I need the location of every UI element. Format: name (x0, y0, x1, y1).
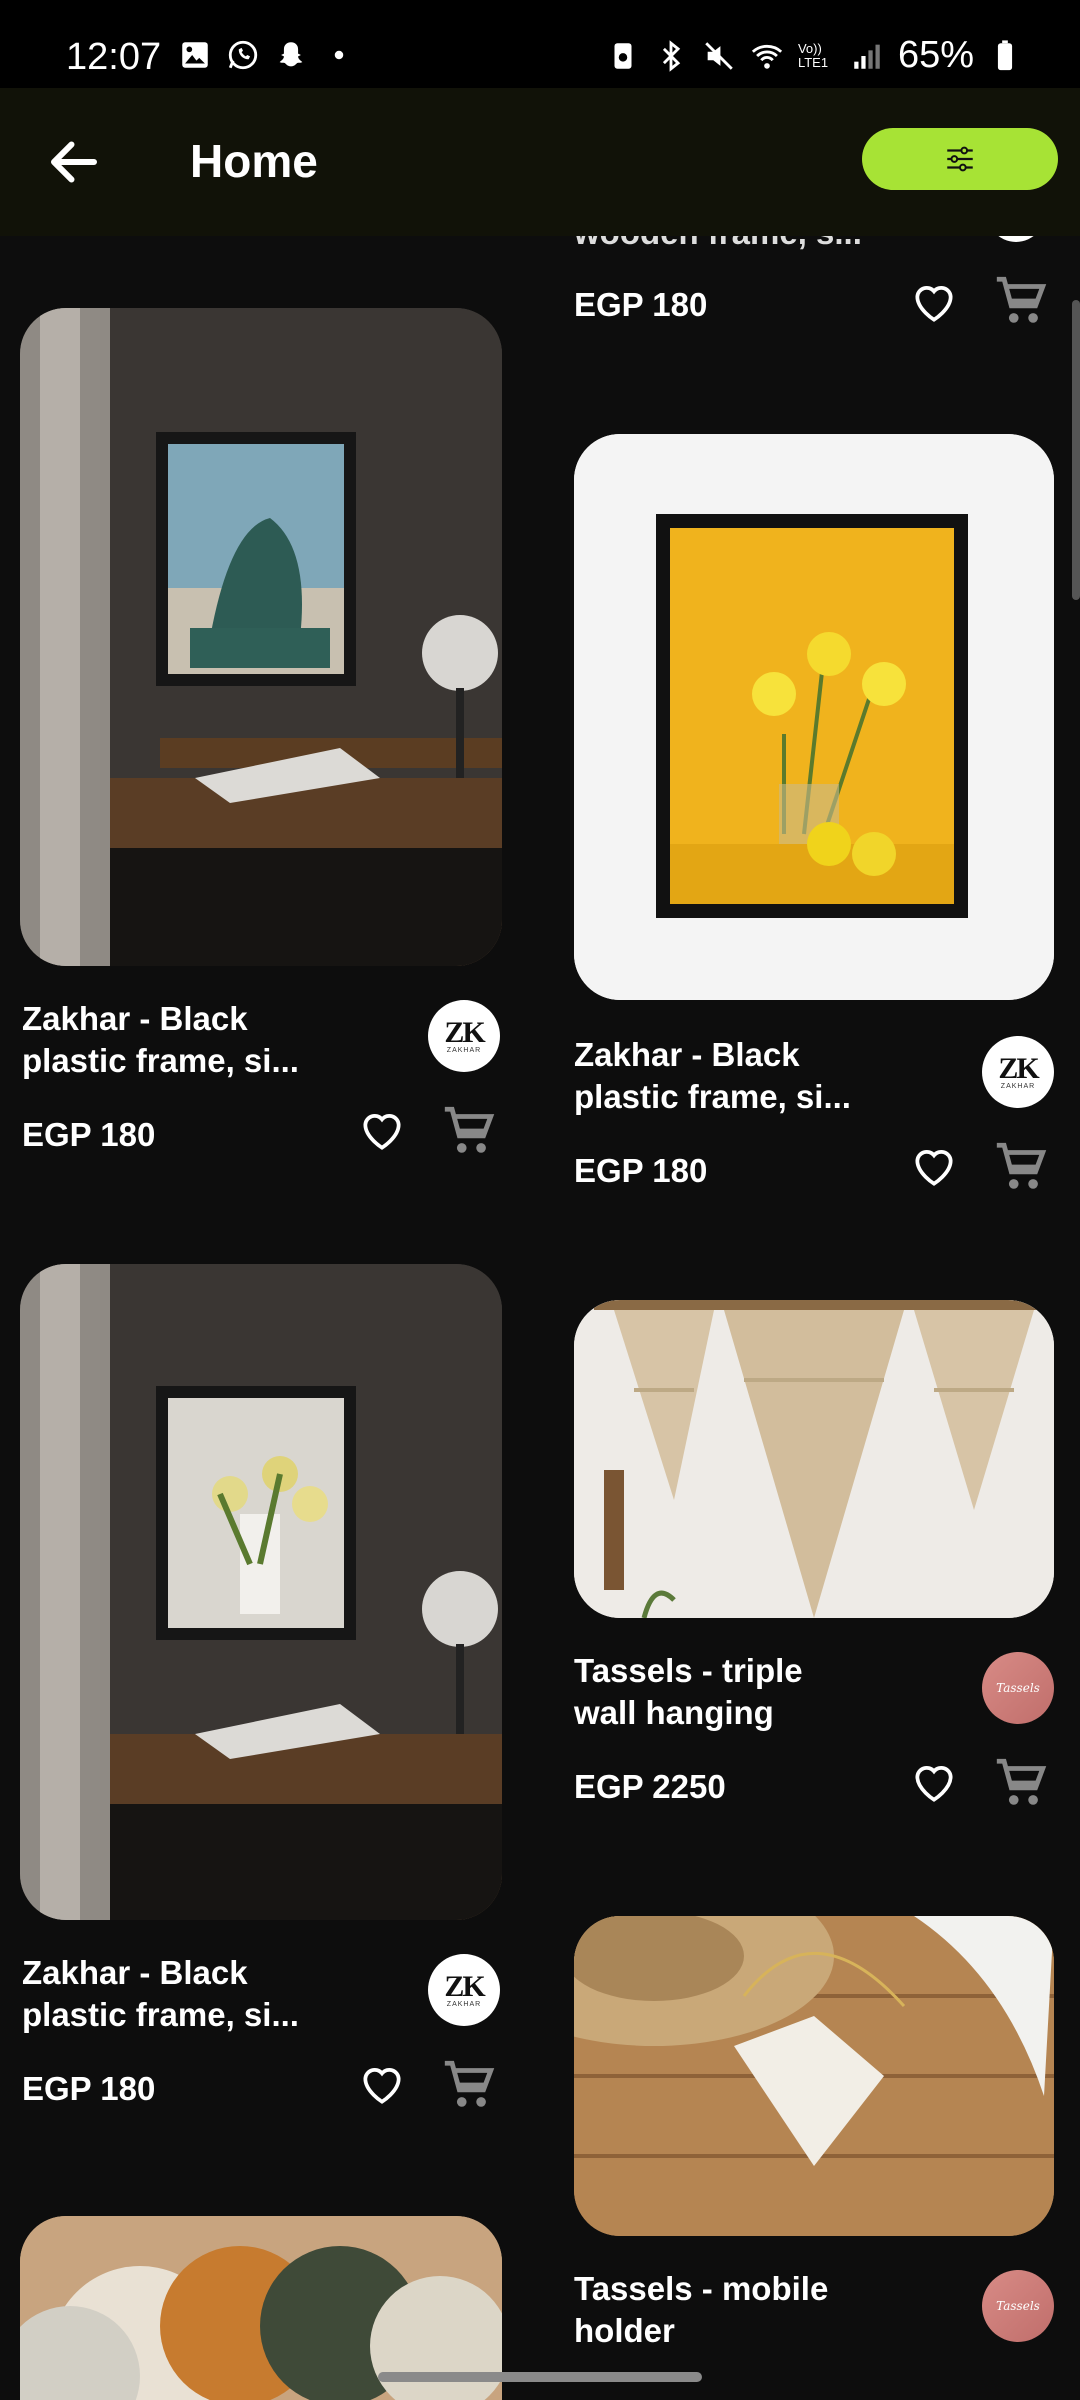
heart-icon[interactable] (906, 1142, 962, 1192)
product-title-line1: Tassels - triple (574, 1652, 803, 1689)
product-image[interactable] (20, 1264, 502, 1920)
system-icons: Vo)) LTE1 65% (606, 34, 1022, 77)
status-bar: 12:07 Vo)) LTE1 65% (0, 0, 1080, 88)
scrollbar[interactable] (1072, 300, 1080, 600)
battery-icon (997, 39, 1013, 70)
brand-logo-letters: ZK (998, 1051, 1039, 1085)
product-price: EGP 180 (22, 1116, 156, 1153)
brand-logo[interactable]: ZK ZAKHAR (982, 1036, 1054, 1108)
product-title-line1: Tassels - mobile (574, 2270, 829, 2307)
cart-icon[interactable] (438, 1102, 500, 1160)
signal-icon (854, 44, 880, 69)
macrame-wall-hanging-image (574, 1300, 1054, 1618)
heart-icon[interactable] (906, 1758, 962, 1808)
brand-logo-script: Tassels (996, 2299, 1040, 2313)
product-price: EGP 180 (574, 1152, 708, 1189)
back-arrow-icon[interactable] (44, 132, 104, 192)
brand-logo[interactable]: ZK ZAKHAR (428, 1954, 500, 2026)
cart-icon[interactable] (438, 2056, 500, 2114)
battery-percent: 65% (897, 34, 974, 76)
wifi-icon (751, 44, 783, 69)
whatsapp-icon (228, 40, 258, 70)
page-title: Home (190, 135, 318, 187)
brand-logo-script: Tassels (996, 1681, 1040, 1695)
product-title-line1: Zakhar - Black (574, 1036, 800, 1073)
sliders-icon (947, 146, 973, 172)
product-title-line1: Zakhar - Black (22, 1000, 248, 1037)
product-price: EGP 180 (574, 286, 708, 323)
product-title-line2: plastic frame, si... (22, 1042, 299, 1079)
gallery-icon (182, 42, 208, 68)
product-image[interactable] (574, 434, 1054, 1000)
product-title-line1: Zakhar - Black (22, 1954, 248, 1991)
snapchat-icon (279, 42, 303, 67)
room-with-frame-image (20, 308, 502, 966)
room-with-tulip-frame-image (20, 1264, 502, 1920)
more-dot-icon (334, 50, 344, 60)
product-image[interactable] (574, 1300, 1054, 1618)
brand-logo[interactable]: Tassels (982, 1652, 1054, 1724)
brand-logo-sub: ZAKHAR (1000, 1082, 1036, 1090)
product-image[interactable] (20, 308, 502, 966)
bluetooth-icon (662, 39, 681, 72)
product-image[interactable] (574, 1916, 1054, 2236)
brand-logo[interactable]: ZK ZAKHAR (428, 1000, 500, 1072)
status-time: 12:07 (66, 36, 162, 78)
brand-logo-letters: ZK (444, 1015, 485, 1049)
brand-logo-sub: ZAKHAR (446, 2000, 482, 2008)
filter-button[interactable] (862, 128, 1058, 190)
product-title-line2: plastic frame, si... (22, 1996, 299, 2033)
heart-icon[interactable] (354, 2060, 410, 2110)
brand-logo-letters: ZK (444, 1969, 485, 2003)
lte-label: Vo)) LTE1 (797, 40, 829, 70)
cart-icon[interactable] (990, 1754, 1052, 1812)
cart-icon[interactable] (990, 272, 1052, 330)
gesture-nav-bar[interactable] (378, 2372, 702, 2382)
product-title-line2: wall hanging (574, 1694, 774, 1731)
brand-logo[interactable]: Tassels (982, 2270, 1054, 2342)
mute-icon (705, 41, 733, 70)
app-header: Home (0, 88, 1080, 236)
product-price: EGP 2250 (574, 1768, 726, 1805)
heart-icon[interactable] (354, 1106, 410, 1156)
product-title-line2: plastic frame, si... (574, 1078, 851, 1115)
notification-icons (178, 38, 356, 72)
product-title-line2: holder (574, 2312, 675, 2349)
macrame-mobile-holder-image (574, 1916, 1054, 2236)
framed-daffodils-image (574, 434, 1054, 1000)
brand-logo-sub: ZAKHAR (446, 1046, 482, 1054)
heart-icon[interactable] (906, 278, 962, 328)
cart-icon[interactable] (990, 1138, 1052, 1196)
product-price: EGP 180 (22, 2070, 156, 2107)
battery-saver-icon (614, 42, 632, 69)
